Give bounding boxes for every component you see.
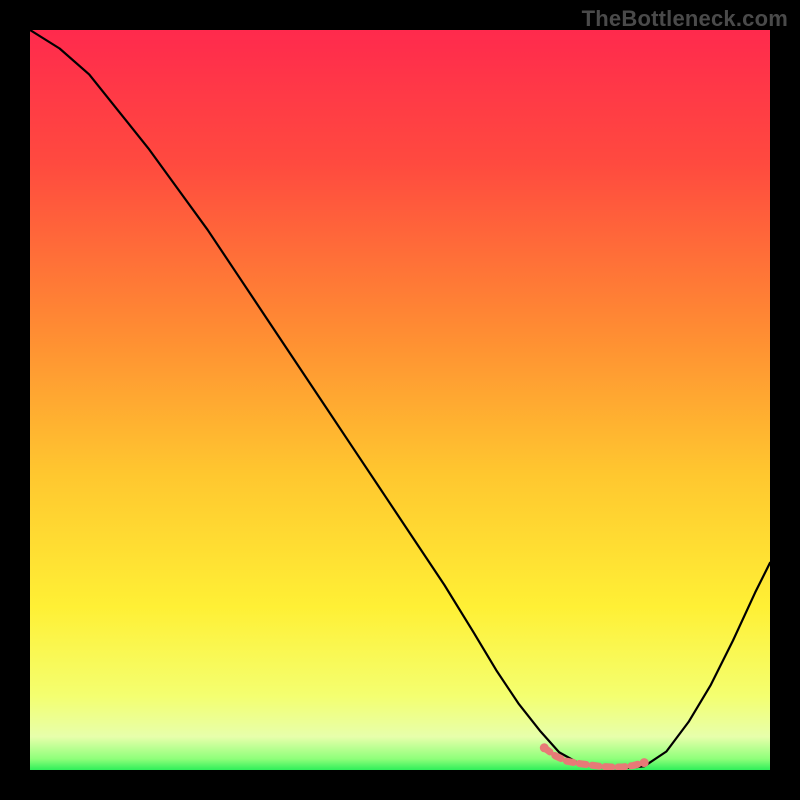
watermark-text: TheBottleneck.com bbox=[582, 6, 788, 32]
chart-container: TheBottleneck.com bbox=[0, 0, 800, 800]
trough-marker-dot bbox=[640, 758, 649, 767]
plot-area bbox=[30, 30, 770, 770]
trough-marker-dot bbox=[540, 743, 549, 752]
plot-background bbox=[30, 30, 770, 770]
plot-svg bbox=[30, 30, 770, 770]
